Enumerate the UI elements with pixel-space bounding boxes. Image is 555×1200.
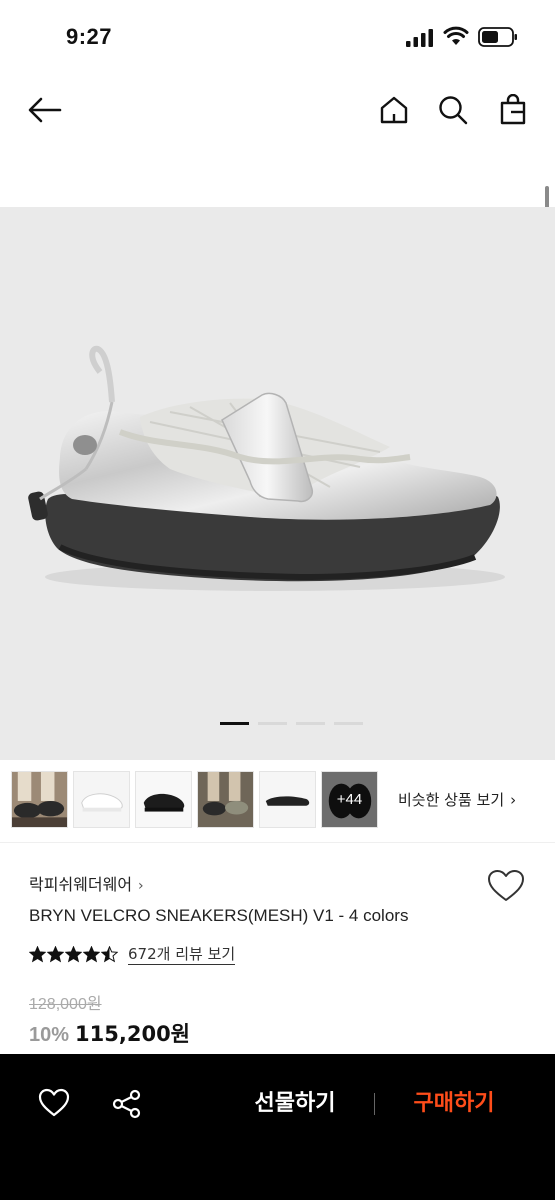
brand-link[interactable]: 락피쉬웨더웨어 › [29,871,144,895]
review-link[interactable]: 672개 리뷰 보기 [128,944,236,965]
section-divider [0,842,555,843]
black-flat-photo [260,772,315,827]
black-shoe-photo [136,772,191,827]
product-image-carousel[interactable] [0,207,555,760]
carousel-indicator-inactive [296,722,325,725]
bottom-action-bar: 선물하기 구매하기 [0,1054,555,1200]
thumbnail-2[interactable] [73,771,130,828]
battery-icon [478,27,517,47]
buy-button[interactable]: 구매하기 [395,1086,513,1122]
search-icon [439,96,468,125]
discount-rate: 10% [29,1024,70,1046]
rating-row: 672개 리뷰 보기 [29,942,236,966]
model-photo-2 [198,772,253,827]
chevron-right-icon: › [138,878,144,894]
shopping-bag-button[interactable] [495,92,531,128]
carousel-indicator-active [220,722,249,725]
wishlist-button[interactable] [487,869,525,905]
star-full-icon [65,945,82,962]
rating-stars [29,945,118,963]
share-button[interactable] [111,1088,143,1120]
cellular-signal-icon [406,29,433,47]
wifi-icon [443,26,469,45]
more-images-count: +44 [322,772,377,827]
thumbnail-1[interactable] [11,771,68,828]
arrow-left-icon [28,97,62,123]
star-half-icon [101,945,118,962]
carousel-indicator [0,722,555,728]
brand-name: 락피쉬웨더웨어 [29,875,133,894]
like-button[interactable] [38,1088,70,1120]
star-full-icon [29,945,46,962]
back-button[interactable] [27,92,63,128]
final-price: 115,200원 [75,1022,190,1046]
model-photo-1 [12,772,67,827]
home-icon [380,96,408,124]
thumbnail-6-more[interactable]: +44 [321,771,378,828]
heart-icon [488,870,524,901]
chevron-right-icon: › [510,791,517,809]
status-time: 9:27 [66,24,113,49]
original-price: 128,000원 [29,996,102,1013]
thumbnail-4[interactable] [197,771,254,828]
home-button[interactable] [376,92,412,128]
similar-products-link[interactable]: 비슷한 상품 보기 › [398,789,516,810]
carousel-indicator-inactive [258,722,287,725]
thumbnail-strip: +44 비슷한 상품 보기 › [0,771,555,829]
star-full-icon [83,945,100,962]
thumbnail-3[interactable] [135,771,192,828]
shopping-bag-icon [500,94,526,125]
white-shoe-photo [74,772,129,827]
carousel-indicator-inactive [334,722,363,725]
star-full-icon [47,945,64,962]
bottom-bar-divider [374,1093,375,1115]
status-bar: 9:27 [0,0,555,70]
top-nav-bar [0,80,555,140]
search-button[interactable] [435,92,471,128]
gift-button[interactable]: 선물하기 [234,1086,356,1122]
product-shoe-image [28,345,505,591]
heart-outline-icon [38,1088,70,1117]
share-icon [112,1089,141,1119]
thumbnail-5[interactable] [259,771,316,828]
product-title: BRYN VELCRO SNEAKERS(MESH) V1 - 4 colors [29,906,409,925]
similar-products-label: 비슷한 상품 보기 [398,791,505,809]
price-row: 10% 115,200원 [29,1018,190,1048]
